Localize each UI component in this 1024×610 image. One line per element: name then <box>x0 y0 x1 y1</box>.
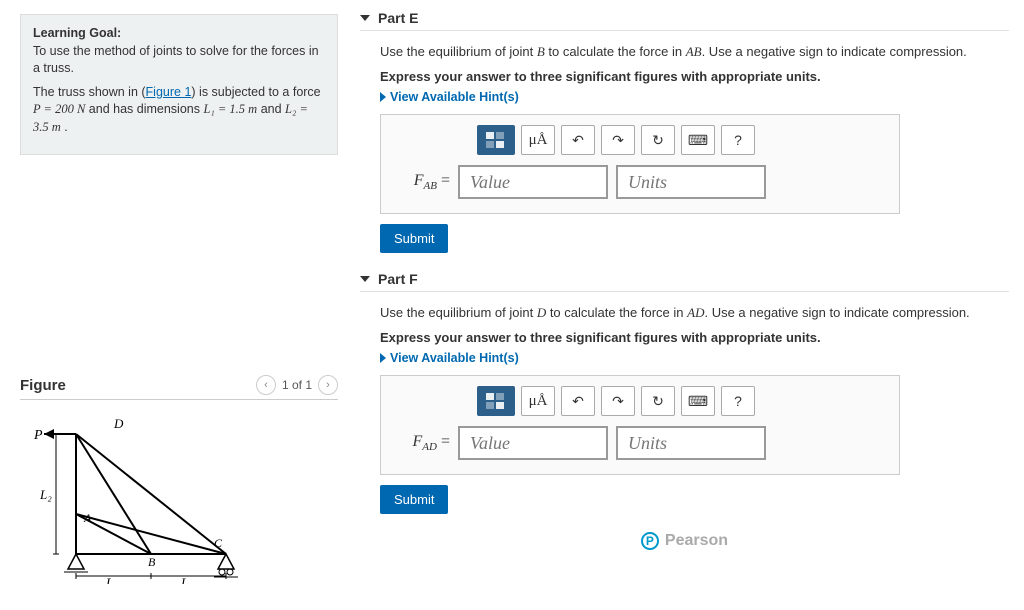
part-f-units-input[interactable] <box>616 426 766 460</box>
keyboard-icon[interactable]: ⌨ <box>681 386 715 416</box>
svg-text:L₁: L₁ <box>105 575 118 584</box>
part-f-submit-button[interactable]: Submit <box>380 485 448 514</box>
undo-icon[interactable]: ↶ <box>561 125 595 155</box>
part-e-block: Part E Use the equilibrium of joint B to… <box>360 10 1009 253</box>
part-e-hints-link[interactable]: View Available Hint(s) <box>380 90 519 104</box>
figure-link[interactable]: Figure 1 <box>146 85 192 99</box>
svg-text:C: C <box>214 536 223 550</box>
part-f-variable-label: FAD = <box>395 433 450 453</box>
part-f-answer-panel: μÅ ↶ ↷ ↻ ⌨ ? FAD = <box>380 375 900 475</box>
figure-prev-button[interactable]: ‹ <box>256 375 276 395</box>
keyboard-icon[interactable]: ⌨ <box>681 125 715 155</box>
part-f-collapse-icon[interactable] <box>360 276 370 282</box>
part-f-title: Part F <box>378 271 418 287</box>
learning-goal-text: To use the method of joints to solve for… <box>33 44 319 76</box>
part-e-units-input[interactable] <box>616 165 766 199</box>
undo-icon[interactable]: ↶ <box>561 386 595 416</box>
reset-icon[interactable]: ↻ <box>641 386 675 416</box>
learning-goal-panel: Learning Goal: To use the method of join… <box>20 14 338 155</box>
part-f-hints-link[interactable]: View Available Hint(s) <box>380 351 519 365</box>
part-e-answer-panel: μÅ ↶ ↷ ↻ ⌨ ? FAB = <box>380 114 900 214</box>
svg-text:D: D <box>113 416 124 431</box>
help-icon[interactable]: ? <box>721 125 755 155</box>
part-e-collapse-icon[interactable] <box>360 15 370 21</box>
part-e-submit-button[interactable]: Submit <box>380 224 448 253</box>
learning-goal-label: Learning Goal: <box>33 26 121 40</box>
part-e-instruction: Express your answer to three significant… <box>380 69 1009 84</box>
svg-text:P: P <box>33 428 43 443</box>
templates-icon[interactable] <box>477 386 515 416</box>
part-f-instruction: Express your answer to three significant… <box>380 330 1009 345</box>
part-f-block: Part F Use the equilibrium of joint D to… <box>360 271 1009 514</box>
svg-text:B: B <box>148 555 156 569</box>
footer-brand: P Pearson <box>360 532 1009 550</box>
part-f-value-input[interactable] <box>458 426 608 460</box>
redo-icon[interactable]: ↷ <box>601 386 635 416</box>
caret-right-icon <box>380 92 386 102</box>
templates-icon[interactable] <box>477 125 515 155</box>
part-f-question: Use the equilibrium of joint D to calcul… <box>380 304 1009 322</box>
svg-text:L₂: L₂ <box>39 487 52 502</box>
pearson-logo-icon: P <box>641 532 659 550</box>
svg-text:A: A <box>83 511 92 525</box>
figure-pager-text: 1 of 1 <box>282 378 312 392</box>
redo-icon[interactable]: ↷ <box>601 125 635 155</box>
svg-text:L₁: L₁ <box>180 575 193 584</box>
units-button[interactable]: μÅ <box>521 125 555 155</box>
caret-right-icon <box>380 353 386 363</box>
help-icon[interactable]: ? <box>721 386 755 416</box>
part-e-question: Use the equilibrium of joint B to calcul… <box>380 43 1009 61</box>
truss-figure: P D A B C L₂ L₁ L₁ <box>20 414 338 587</box>
figure-heading: Figure <box>20 377 66 394</box>
units-button[interactable]: μÅ <box>521 386 555 416</box>
problem-description: The truss shown in (Figure 1) is subject… <box>33 84 325 137</box>
figure-next-button[interactable]: › <box>318 375 338 395</box>
part-e-title: Part E <box>378 10 418 26</box>
reset-icon[interactable]: ↻ <box>641 125 675 155</box>
part-e-value-input[interactable] <box>458 165 608 199</box>
part-e-variable-label: FAB = <box>395 172 450 192</box>
